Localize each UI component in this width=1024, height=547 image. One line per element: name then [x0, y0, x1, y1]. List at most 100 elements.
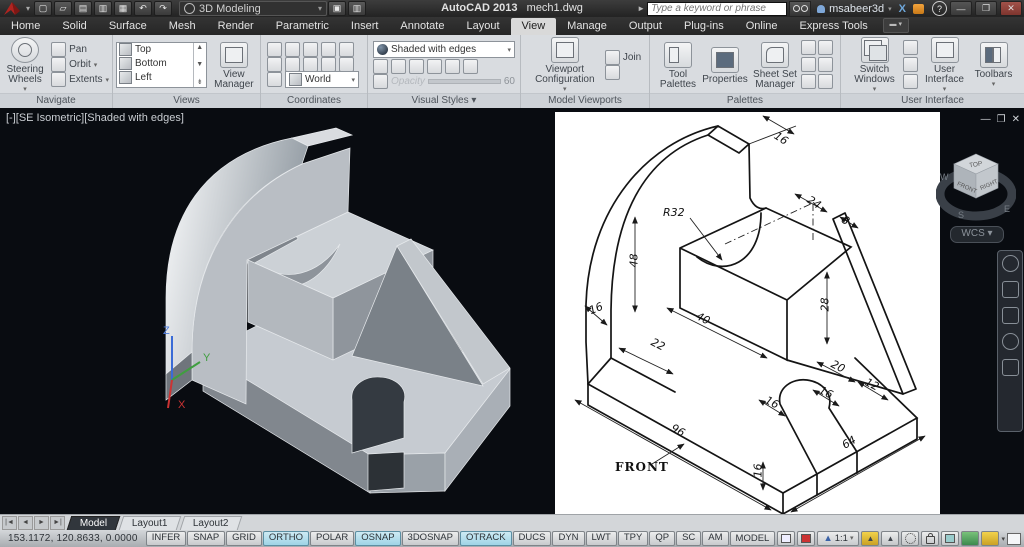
toggle-snap[interactable]: SNAP: [187, 531, 225, 546]
hardware-acceleration-icon[interactable]: [941, 531, 959, 546]
palette-tool-icon[interactable]: [801, 74, 816, 89]
tab-layout[interactable]: Layout: [455, 18, 510, 35]
toggle-lwt[interactable]: LWT: [586, 531, 617, 546]
logo-dropdown-icon[interactable]: ▾: [26, 4, 30, 13]
visual-style-tool-icon[interactable]: [409, 59, 424, 74]
quick-view-drawings-icon[interactable]: [797, 531, 815, 546]
ribbon-collapse-button[interactable]: ▬ ▾: [883, 18, 909, 33]
properties-button[interactable]: Properties: [701, 45, 749, 85]
viewcube[interactable]: W S E TOP FRONT RIGHT: [936, 146, 1016, 224]
full-navigation-wheel-icon[interactable]: [1002, 255, 1019, 272]
tab-annotate[interactable]: Annotate: [389, 18, 455, 35]
zoom-tool-icon[interactable]: [1002, 307, 1019, 324]
panel-caption-visual-styles[interactable]: Visual Styles ▾: [368, 93, 520, 108]
autoscale-icon[interactable]: ▲: [881, 531, 899, 546]
scroll-up-icon[interactable]: ▲: [196, 44, 203, 51]
panel-caption-navigate[interactable]: Navigate: [0, 93, 112, 108]
search-input[interactable]: [647, 2, 787, 16]
palette-tool-icon[interactable]: [818, 40, 833, 55]
qat-save-button[interactable]: ▤: [74, 1, 92, 16]
toggle-dyn[interactable]: DYN: [552, 531, 584, 546]
ucs-icon[interactable]: [285, 42, 300, 57]
ucs-world-combo[interactable]: World ▾: [285, 71, 359, 88]
pan-button[interactable]: Pan: [51, 43, 109, 56]
autodesk360-sync-icon[interactable]: [961, 531, 979, 546]
toggle-sc[interactable]: SC: [676, 531, 701, 546]
toggle-polar[interactable]: POLAR: [310, 531, 354, 546]
toggle-tpy[interactable]: TPY: [618, 531, 648, 546]
tab-render[interactable]: Render: [207, 18, 265, 35]
tab-model[interactable]: Model: [67, 516, 121, 530]
toggle-osnap[interactable]: OSNAP: [355, 531, 400, 546]
prev-tab-button[interactable]: ◄: [18, 516, 33, 530]
toggle-qp[interactable]: QP: [649, 531, 675, 546]
views-list-item-top[interactable]: Top: [117, 43, 193, 57]
orbit-button[interactable]: Orbit▾: [51, 58, 109, 71]
tab-mesh[interactable]: Mesh: [158, 18, 207, 35]
qat-saveas-button[interactable]: ▥: [94, 1, 112, 16]
tile-windows-icon[interactable]: [903, 40, 918, 55]
exchange-apps-icon[interactable]: X: [899, 3, 906, 15]
visual-style-tool-icon[interactable]: [463, 59, 478, 74]
search-expand-icon[interactable]: ►: [637, 4, 645, 13]
qat-open-button[interactable]: ▱: [54, 1, 72, 16]
qat-redo-button[interactable]: ↷: [154, 1, 172, 16]
coordinates-readout[interactable]: 153.1172, 120.8633, 0.0000: [0, 533, 146, 544]
xray-icon[interactable]: [373, 74, 388, 89]
tab-home[interactable]: Home: [0, 18, 51, 35]
search-icon[interactable]: [789, 1, 811, 17]
toggle-am[interactable]: AM: [702, 531, 728, 546]
panel-caption-palettes[interactable]: Palettes: [650, 93, 840, 108]
pan-tool-icon[interactable]: [1002, 281, 1019, 298]
tab-online[interactable]: Online: [735, 18, 789, 35]
visual-style-tool-icon[interactable]: [445, 59, 460, 74]
tab-surface[interactable]: Surface: [98, 18, 158, 35]
toggle-ducs[interactable]: DUCS: [513, 531, 552, 546]
tab-plug-ins[interactable]: Plug-ins: [673, 18, 735, 35]
tab-solid[interactable]: Solid: [51, 18, 97, 35]
close-button[interactable]: ✕: [1000, 1, 1022, 16]
opacity-track[interactable]: [428, 79, 501, 84]
panel-caption-views[interactable]: Views: [113, 93, 260, 108]
scroll-more-icon[interactable]: ⇟: [197, 78, 203, 86]
user-interface-button[interactable]: User Interface▾: [921, 35, 969, 95]
panel-caption-coordinates[interactable]: Coordinates: [261, 93, 367, 108]
workspace-switching-icon[interactable]: [901, 531, 919, 546]
annotation-visibility-icon[interactable]: ▲: [861, 531, 879, 546]
steering-wheels-button[interactable]: Steering Wheels▾: [3, 35, 47, 95]
qat-extra2-button[interactable]: ▥: [348, 1, 366, 16]
qat-extra1-button[interactable]: ▣: [328, 1, 346, 16]
visual-style-tool-icon[interactable]: [391, 59, 406, 74]
visual-style-tool-icon[interactable]: [427, 59, 442, 74]
navigation-bar[interactable]: [997, 250, 1023, 432]
tab-manage[interactable]: Manage: [556, 18, 618, 35]
vp-close-icon[interactable]: ✕: [1012, 114, 1020, 125]
tab-insert[interactable]: Insert: [340, 18, 390, 35]
scroll-down-icon[interactable]: ▼: [196, 61, 203, 68]
ucs-icon[interactable]: [303, 57, 318, 72]
first-tab-button[interactable]: |◄: [2, 516, 17, 530]
quick-view-layouts-icon[interactable]: [777, 531, 795, 546]
status-overflow-icon[interactable]: ▾: [1001, 535, 1005, 543]
ucs-icon[interactable]: [303, 42, 318, 57]
tool-palettes-button[interactable]: Tool Palettes: [657, 40, 699, 90]
toggle-ortho[interactable]: ORTHO: [263, 531, 309, 546]
palette-tool-icon[interactable]: [818, 74, 833, 89]
switch-windows-button[interactable]: Switch Windows▾: [850, 35, 900, 95]
ucs-icon[interactable]: [285, 57, 300, 72]
minimize-button[interactable]: —: [950, 1, 972, 16]
help-icon[interactable]: ?: [932, 1, 947, 16]
extents-button[interactable]: Extents▾: [51, 73, 109, 86]
autodesk360-icon[interactable]: [913, 4, 924, 14]
tile-windows-icon[interactable]: [903, 74, 918, 89]
tab-express-tools[interactable]: Express Tools: [789, 18, 879, 35]
toolbars-button[interactable]: Toolbars▾: [972, 40, 1016, 90]
opacity-slider[interactable]: Opacity 60: [391, 76, 515, 87]
visual-style-combo[interactable]: Shaded with edges ▾: [373, 41, 515, 58]
panel-caption-user-interface[interactable]: User Interface: [841, 93, 1024, 108]
toggle-infer[interactable]: INFER: [146, 531, 187, 546]
model-space-button[interactable]: MODEL: [730, 531, 776, 546]
views-list[interactable]: TopBottomLeft ▲▼⇟: [116, 42, 207, 88]
tab-layout2[interactable]: Layout2: [180, 516, 242, 530]
last-tab-button[interactable]: ►|: [50, 516, 65, 530]
